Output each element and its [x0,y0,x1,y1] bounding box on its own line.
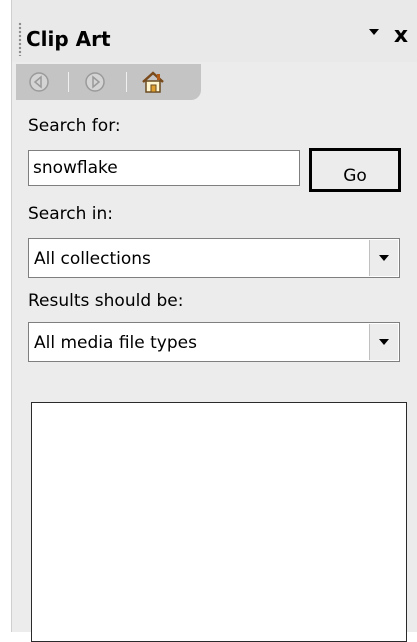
back-button[interactable] [26,69,52,95]
chevron-down-icon[interactable] [369,324,398,360]
drag-grip-handle[interactable] [18,22,22,56]
forward-button[interactable] [82,69,108,95]
media-type-value: All media file types [34,333,197,353]
forward-arrow-icon [85,72,105,92]
search-in-label: Search in: [28,204,114,224]
search-input[interactable]: snowflake [28,150,300,186]
chevron-down-icon[interactable] [369,240,398,276]
search-in-value: All collections [34,249,151,269]
media-type-dropdown[interactable]: All media file types [28,322,400,362]
go-button[interactable]: Go [309,148,401,192]
navigation-toolbar [16,64,201,100]
pane-title: Clip Art [26,27,111,51]
task-pane-title-bar: Clip Art x [12,0,417,62]
close-button[interactable]: x [390,24,412,48]
home-button[interactable] [140,69,166,95]
toolbar-separator [68,72,69,92]
back-arrow-icon [29,72,49,92]
search-in-dropdown[interactable]: All collections [28,238,400,278]
home-icon [142,71,164,93]
results-area[interactable] [31,402,407,642]
down-triangle-icon[interactable] [366,24,382,42]
clip-art-task-pane: Clip Art x Search for: snowflake Go Sear… [11,0,417,642]
toolbar-separator [126,72,127,92]
search-for-label: Search for: [28,116,121,136]
results-should-be-label: Results should be: [28,291,184,311]
